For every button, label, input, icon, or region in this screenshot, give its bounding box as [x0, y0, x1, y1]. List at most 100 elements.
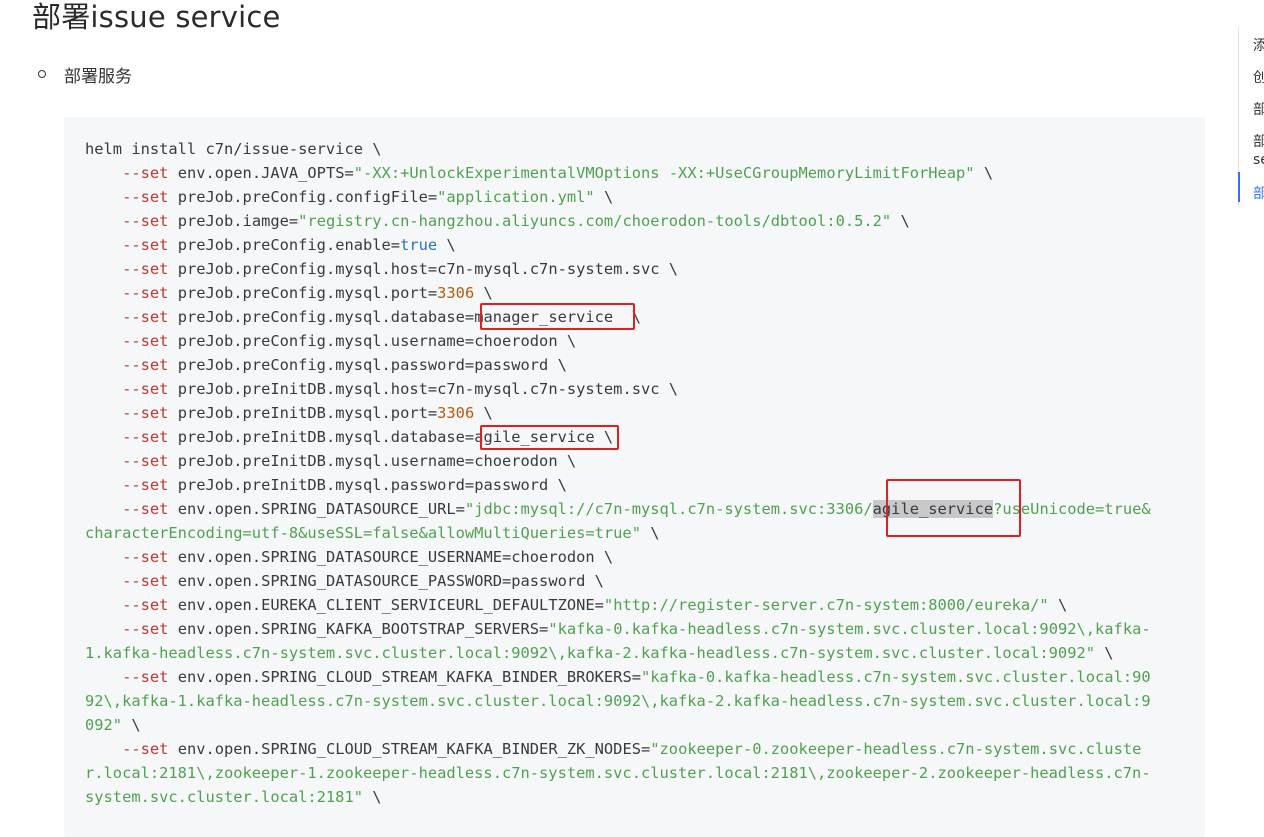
code-line: --set preJob.preInitDB.mysql.password=pa… — [85, 473, 1195, 497]
code-text: \ — [640, 524, 660, 542]
code-text: env.open.SPRING_DATASOURCE_USERNAME=choe… — [168, 548, 614, 566]
code-line: --set env.open.SPRING_DATASOURCE_URL="jd… — [85, 497, 1195, 521]
code-text: preJob.preConfig.mysql.password=password… — [168, 356, 567, 374]
code-text: \ — [1095, 644, 1114, 662]
highlight-box-agile-service-url — [886, 479, 1021, 537]
code-text: env.open.JAVA_OPTS= — [168, 164, 354, 182]
code-text: \ — [474, 284, 493, 302]
code-line: --set preJob.preInitDB.mysql.host=c7n-my… — [85, 377, 1195, 401]
code-keyword: --set — [122, 452, 169, 470]
code-keyword: --set — [122, 308, 169, 326]
code-keyword: --set — [122, 236, 169, 254]
code-line: 092" \ — [85, 713, 1195, 737]
code-keyword: --set — [122, 596, 169, 614]
code-string: r.local:2181\,zookeeper-1.zookeeper-head… — [85, 764, 1151, 782]
toc-item[interactable]: 部 — [1253, 134, 1264, 150]
code-text: \ — [437, 236, 456, 254]
code-line: --set env.open.JAVA_OPTS="-XX:+UnlockExp… — [85, 161, 1195, 185]
code-string: "application.yml" — [437, 188, 595, 206]
code-keyword: --set — [122, 404, 169, 422]
code-string: 92\,kafka-1.kafka-headless.c7n-system.sv… — [85, 692, 1151, 710]
code-keyword: --set — [122, 572, 169, 590]
code-text: env.open.SPRING_DATASOURCE_PASSWORD=pass… — [168, 572, 604, 590]
code-text: env.open.SPRING_DATASOURCE_URL= — [168, 500, 465, 518]
code-line: --set preJob.preConfig.mysql.port=3306 \ — [85, 281, 1195, 305]
code-keyword: --set — [122, 500, 169, 518]
page-title: 部署issue service — [32, 0, 281, 34]
code-text: preJob.preConfig.enable= — [168, 236, 401, 254]
code-string: "kafka-0.kafka-headless.c7n-system.svc.c… — [641, 668, 1151, 686]
code-text: preJob.iamge= — [168, 212, 299, 230]
code-string: "registry.cn-hangzhou.aliyuncs.com/choer… — [298, 212, 892, 230]
code-text: preJob.preInitDB.mysql.username=choerodo… — [168, 452, 577, 470]
code-string: "kafka-0.kafka-headless.c7n-system.svc.c… — [548, 620, 1151, 638]
code-line: --set preJob.preConfig.mysql.database=ma… — [85, 305, 1195, 329]
code-line: --set preJob.preConfig.mysql.host=c7n-my… — [85, 257, 1195, 281]
code-string: "jdbc:mysql://c7n-mysql.c7n-system.svc:3… — [464, 500, 873, 518]
code-text: env.open.SPRING_CLOUD_STREAM_KAFKA_BINDE… — [168, 668, 641, 686]
code-text: \ — [594, 188, 614, 206]
bullet-text: 部署服务 — [64, 67, 132, 87]
code-line: --set preJob.preConfig.mysql.username=ch… — [85, 329, 1195, 353]
code-string: system.svc.cluster.local:2181" — [85, 788, 363, 806]
code-text: preJob.preConfig.mysql.host=c7n-mysql.c7… — [168, 260, 679, 278]
code-keyword: --set — [122, 260, 169, 278]
code-keyword: --set — [122, 332, 169, 350]
code-text: env.open.SPRING_KAFKA_BOOTSTRAP_SERVERS= — [168, 620, 549, 638]
code-keyword: --set — [122, 164, 169, 182]
code-keyword: --set — [122, 668, 169, 686]
toc-item[interactable]: 添 — [1253, 38, 1264, 54]
code-keyword: --set — [122, 620, 169, 638]
code-line: --set preJob.preConfig.configFile="appli… — [85, 185, 1195, 209]
toc-item[interactable]: se — [1253, 152, 1264, 168]
code-line: --set preJob.preInitDB.mysql.username=ch… — [85, 449, 1195, 473]
code-keyword: --set — [122, 188, 169, 206]
code-text: preJob.preInitDB.mysql.host=c7n-mysql.c7… — [168, 380, 679, 398]
toc-item[interactable]: 创 — [1253, 70, 1264, 86]
code-text: \ — [122, 716, 141, 734]
toc-active-indicator — [1238, 172, 1240, 202]
code-text: env.open.SPRING_CLOUD_STREAM_KAFKA_BINDE… — [168, 740, 651, 758]
code-line: --set env.open.EUREKA_CLIENT_SERVICEURL_… — [85, 593, 1195, 617]
code-text: preJob.preConfig.mysql.username=choerodo… — [168, 332, 577, 350]
toc-item-active[interactable]: 部 — [1253, 186, 1264, 202]
code-line: --set env.open.SPRING_CLOUD_STREAM_KAFKA… — [85, 737, 1195, 761]
code-keyword: --set — [122, 428, 169, 446]
code-text: env.open.EUREKA_CLIENT_SERVICEURL_DEFAUL… — [168, 596, 604, 614]
code-string: characterEncoding=utf-8&useSSL=false&all… — [85, 524, 641, 542]
bullet-circle-icon — [38, 70, 46, 78]
code-line: --set env.open.SPRING_DATASOURCE_USERNAM… — [85, 545, 1195, 569]
code-line: system.svc.cluster.local:2181" \ — [85, 785, 1195, 809]
toc-item[interactable]: 部 — [1253, 102, 1264, 118]
code-line: 1.kafka-headless.c7n-system.svc.cluster.… — [85, 641, 1195, 665]
code-text: preJob.preInitDB.mysql.port= — [168, 404, 438, 422]
code-line: --set env.open.SPRING_DATASOURCE_PASSWOR… — [85, 569, 1195, 593]
code-line: --set preJob.preConfig.mysql.password=pa… — [85, 353, 1195, 377]
code-line: --set preJob.preConfig.enable=true \ — [85, 233, 1195, 257]
code-line: --set preJob.preInitDB.mysql.port=3306 \ — [85, 401, 1195, 425]
table-of-contents: 添 创 部 部 se 部 — [1238, 26, 1264, 206]
code-text: \ — [474, 404, 493, 422]
code-number: 3306 — [437, 404, 475, 422]
code-number: 3306 — [437, 284, 475, 302]
code-text: preJob.preConfig.configFile= — [168, 188, 438, 206]
